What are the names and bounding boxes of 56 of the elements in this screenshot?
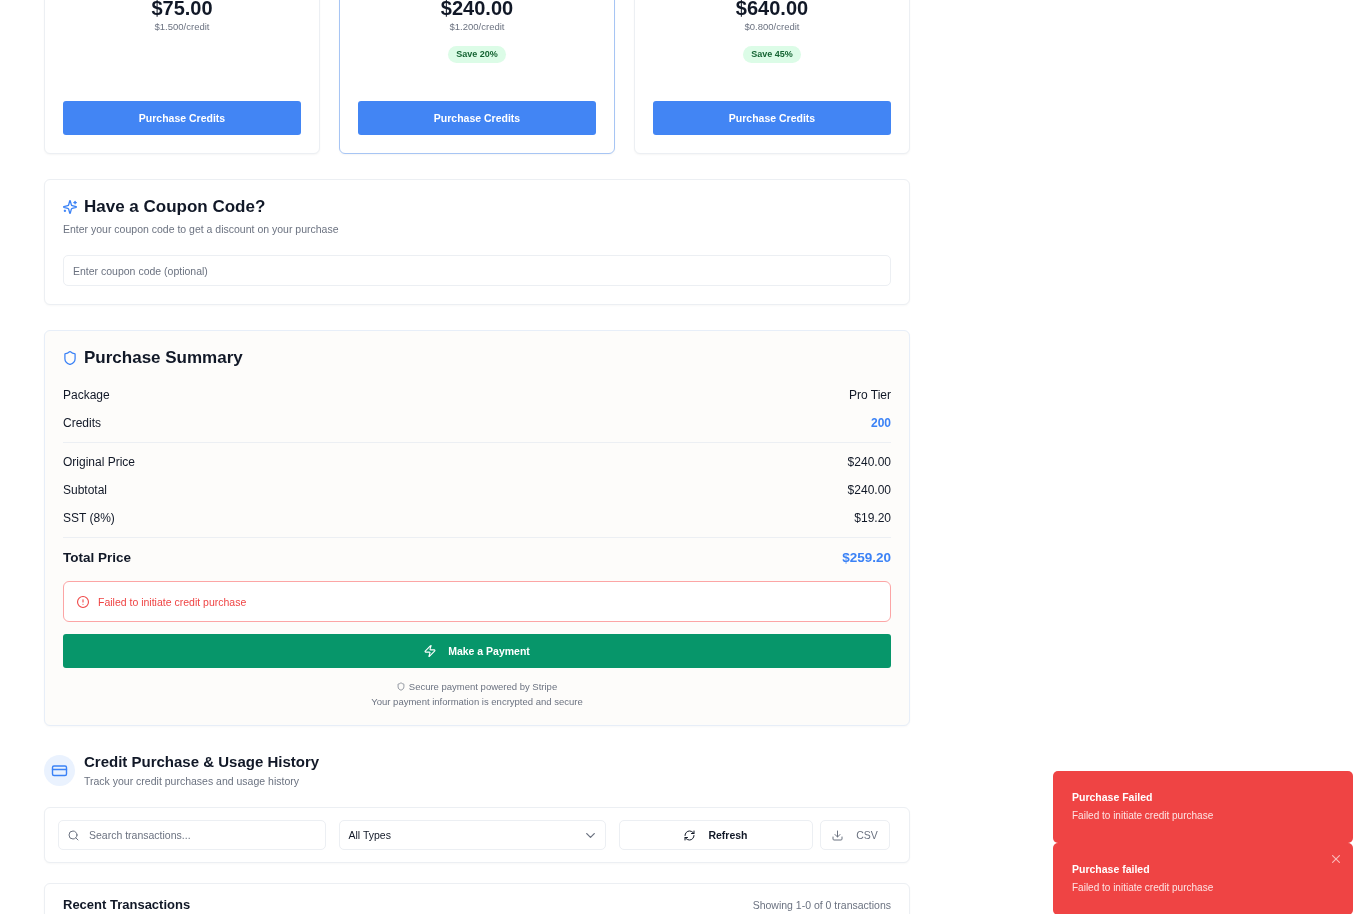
toast-title: Purchase Failed <box>1072 790 1154 805</box>
section-subtitle: Enter your coupon code to get a discount on your purchase <box>63 222 340 237</box>
package-card[interactable]: $75.00 $1.500/credit Purchase Credits <box>44 0 320 154</box>
package-price: $75.00 <box>151 0 213 19</box>
total-price-value: $259.20 <box>842 549 891 565</box>
section-subtitle: Track your credit purchases and usage history <box>84 774 300 789</box>
toast-title: Purchase failed <box>1072 862 1151 877</box>
summary-label: Package <box>63 388 110 402</box>
shield-icon <box>396 682 405 691</box>
summary-value: $19.20 <box>854 511 891 525</box>
summary-label: SST (8%) <box>63 511 115 525</box>
package-card[interactable]: $640.00 $0.800/credit Save 45% Purchase Credits <box>634 0 910 154</box>
refresh-icon <box>684 829 696 841</box>
summary-value: 200 <box>870 416 891 430</box>
price-per-credit: $0.800/credit <box>744 20 800 34</box>
card-title: Recent Transactions <box>63 896 191 914</box>
shield-icon <box>63 351 77 365</box>
search-field[interactable]: Search transactions... <box>58 820 326 850</box>
summary-label: Original Price <box>63 455 136 469</box>
close-icon[interactable] <box>1332 855 1340 863</box>
purchase-credits-button[interactable]: Purchase Credits <box>653 101 891 135</box>
summary-value: $240.00 <box>847 455 891 469</box>
make-payment-button[interactable]: Make a Payment <box>63 634 891 668</box>
package-price: $640.00 <box>735 0 809 19</box>
purchase-credits-button[interactable]: Purchase Credits <box>63 101 301 135</box>
transaction-count: Showing 1-0 of 0 transactions <box>752 899 891 911</box>
toast-message: Failed to initiate credit purchase <box>1072 809 1215 823</box>
purchase-credits-button[interactable]: Purchase Credits <box>358 101 596 135</box>
summary-value: $240.00 <box>847 483 891 497</box>
refresh-button[interactable]: Refresh <box>619 820 813 850</box>
toast-message: Failed to initiate credit purchase <box>1072 881 1215 895</box>
summary-label: Credits <box>63 416 101 430</box>
section-title: Purchase Summary <box>84 347 243 369</box>
summary-value: Pro Tier <box>849 388 891 402</box>
section-title: Have a Coupon Code? <box>84 196 266 218</box>
price-per-credit: $1.200/credit <box>449 20 505 34</box>
alert-circle-icon <box>77 595 89 608</box>
savings-badge: Save 20% <box>448 46 506 63</box>
savings-badge: Save 45% <box>743 46 801 63</box>
lightning-icon <box>424 645 437 657</box>
section-title: Credit Purchase & Usage History <box>84 752 320 772</box>
coupon-code-field[interactable]: Enter coupon code (optional) <box>63 255 891 286</box>
error-message: Failed to initiate credit purchase <box>98 595 247 608</box>
type-filter-dropdown[interactable]: All Types <box>338 820 606 850</box>
encryption-note: Your payment information is encrypted and secure <box>371 695 583 709</box>
download-icon <box>832 829 844 841</box>
price-per-credit: $1.500/credit <box>154 20 210 34</box>
secure-payment-note: Secure payment powered by Stripe <box>408 680 558 694</box>
credit-card-icon <box>44 755 75 786</box>
total-price-label: Total Price <box>63 549 132 565</box>
search-icon <box>68 830 79 841</box>
chevron-down-icon <box>586 832 595 838</box>
package-card[interactable]: $240.00 $1.200/credit Save 20% Purchase Credits <box>339 0 615 154</box>
sparkle-icon <box>63 200 77 214</box>
summary-label: Subtotal <box>63 483 108 497</box>
package-price: $240.00 <box>440 0 514 19</box>
